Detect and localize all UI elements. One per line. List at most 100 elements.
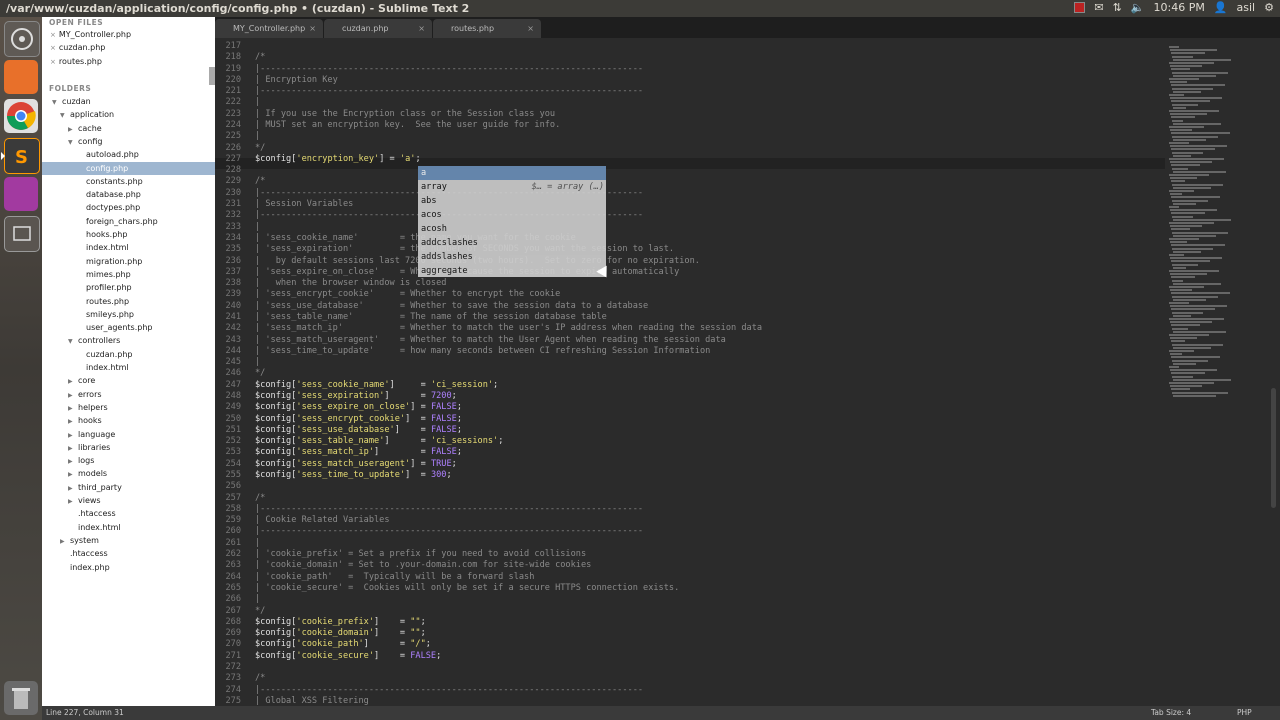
tree-file-item[interactable]: .htaccess bbox=[42, 507, 215, 520]
tree-folder-item[interactable]: ▶ system bbox=[42, 534, 215, 547]
autocomplete-item[interactable]: aggregate bbox=[418, 264, 606, 278]
tree-file-item[interactable]: smileys.php bbox=[42, 308, 215, 321]
chrome-icon[interactable] bbox=[4, 99, 38, 133]
collapsed-arrow-icon[interactable]: ▶ bbox=[60, 535, 66, 548]
collapsed-arrow-icon[interactable]: ▶ bbox=[68, 455, 74, 468]
collapsed-arrow-icon[interactable]: ▶ bbox=[68, 442, 74, 455]
minimap-line bbox=[1173, 138, 1206, 141]
editor-scrollbar[interactable] bbox=[1267, 38, 1280, 706]
open-file-item[interactable]: × routes.php bbox=[42, 55, 215, 68]
tree-folder-item[interactable]: ▶ language bbox=[42, 428, 215, 441]
code-editor[interactable]: 217 218 /* 219 |----------------------------… bbox=[215, 38, 1267, 706]
syntax-mode[interactable]: PHP bbox=[1237, 706, 1252, 720]
trash-icon[interactable] bbox=[4, 681, 38, 715]
tab-cuzdan[interactable]: cuzdan.php × bbox=[324, 19, 432, 38]
user-icon[interactable]: 👤 bbox=[1214, 1, 1228, 14]
tab-close-icon[interactable]: × bbox=[527, 19, 534, 38]
tree-folder-item[interactable]: ▶ models bbox=[42, 467, 215, 480]
sublime-icon[interactable]: S bbox=[1, 138, 40, 174]
close-file-icon[interactable]: × bbox=[50, 58, 56, 66]
tree-file-item[interactable]: doctypes.php bbox=[42, 201, 215, 214]
autocomplete-item[interactable]: addcslashes bbox=[418, 236, 606, 250]
minimap-line bbox=[1173, 298, 1206, 301]
tab-close-icon[interactable]: × bbox=[309, 19, 316, 38]
collapsed-arrow-icon[interactable]: ▶ bbox=[68, 389, 74, 402]
line-number: 267 bbox=[225, 605, 241, 616]
autocomplete-item[interactable]: abs bbox=[418, 194, 606, 208]
tree-file-item[interactable]: migration.php bbox=[42, 255, 215, 268]
minimap[interactable] bbox=[1165, 38, 1267, 706]
autocomplete-item[interactable]: acos bbox=[418, 208, 606, 222]
tree-folder-item[interactable]: ▶ libraries bbox=[42, 441, 215, 454]
tab-routes[interactable]: routes.php × bbox=[433, 19, 541, 38]
collapsed-arrow-icon[interactable]: ▶ bbox=[68, 468, 74, 481]
video-editor-icon[interactable] bbox=[4, 177, 38, 211]
tree-file-item[interactable]: .htaccess bbox=[42, 547, 215, 560]
autocomplete-item[interactable]: addslashes bbox=[418, 250, 606, 264]
user-name[interactable]: asil bbox=[1237, 1, 1256, 14]
tab-my-controller[interactable]: MY_Controller.php × bbox=[215, 19, 323, 38]
tree-file-item[interactable]: index.html bbox=[42, 521, 215, 534]
tree-folder-item[interactable]: ▶ errors bbox=[42, 388, 215, 401]
workspace-icon[interactable] bbox=[4, 216, 40, 252]
tree-file-item[interactable]: routes.php bbox=[42, 295, 215, 308]
collapsed-arrow-icon[interactable]: ▶ bbox=[68, 415, 74, 428]
minimap-line bbox=[1170, 193, 1182, 196]
autocomplete-item[interactable]: array $… = array (…) bbox=[418, 180, 606, 194]
open-file-item[interactable]: × cuzdan.php bbox=[42, 41, 215, 54]
tree-file-item[interactable]: index.php bbox=[42, 561, 215, 574]
tree-file-item[interactable]: mimes.php bbox=[42, 268, 215, 281]
dash-icon[interactable] bbox=[4, 21, 40, 57]
scrollbar-thumb[interactable] bbox=[1271, 388, 1276, 508]
clock[interactable]: 10:46 PM bbox=[1154, 1, 1205, 14]
close-file-icon[interactable]: × bbox=[50, 44, 56, 52]
tree-item-label: profiler.php bbox=[86, 283, 132, 293]
tab-size[interactable]: Tab Size: 4 bbox=[1151, 706, 1191, 720]
collapsed-arrow-icon[interactable]: ▶ bbox=[68, 495, 74, 508]
autocomplete-item[interactable]: a bbox=[418, 166, 606, 180]
tree-file-item[interactable]: constants.php bbox=[42, 175, 215, 188]
tree-folder-item[interactable]: ▶ third_party bbox=[42, 481, 215, 494]
expanded-arrow-icon[interactable]: ▼ bbox=[52, 96, 58, 109]
tree-file-item[interactable]: user_agents.php bbox=[42, 321, 215, 334]
collapsed-arrow-icon[interactable]: ▶ bbox=[68, 482, 74, 495]
tree-file-item[interactable]: index.html bbox=[42, 361, 215, 374]
tree-file-item[interactable]: database.php bbox=[42, 188, 215, 201]
tree-folder-item[interactable]: ▶ helpers bbox=[42, 401, 215, 414]
close-file-icon[interactable]: × bbox=[50, 31, 56, 39]
tree-file-item[interactable]: autoload.php bbox=[42, 148, 215, 161]
record-icon[interactable] bbox=[1074, 2, 1086, 13]
tree-file-item[interactable]: foreign_chars.php bbox=[42, 215, 215, 228]
mail-icon[interactable]: ✉ bbox=[1094, 1, 1103, 14]
tree-folder-item[interactable]: ▼ config bbox=[42, 135, 215, 148]
tree-file-item[interactable]: index.html bbox=[42, 241, 215, 254]
collapsed-arrow-icon[interactable]: ▶ bbox=[68, 375, 74, 388]
open-file-item[interactable]: × MY_Controller.php bbox=[42, 28, 215, 41]
collapsed-arrow-icon[interactable]: ▶ bbox=[68, 123, 74, 136]
tree-file-item[interactable]: cuzdan.php bbox=[42, 348, 215, 361]
files-icon[interactable] bbox=[4, 60, 38, 94]
tree-folder-item[interactable]: ▶ core bbox=[42, 374, 215, 387]
volume-icon[interactable]: 🔈 bbox=[1131, 1, 1145, 14]
tree-folder-item[interactable]: ▶ logs bbox=[42, 454, 215, 467]
expanded-arrow-icon[interactable]: ▼ bbox=[68, 136, 74, 149]
tree-folder-item[interactable]: ▼ controllers bbox=[42, 334, 215, 347]
expanded-arrow-icon[interactable]: ▼ bbox=[68, 335, 74, 348]
autocomplete-item[interactable]: acosh bbox=[418, 222, 606, 236]
network-icon[interactable]: ⇅ bbox=[1113, 1, 1122, 14]
autocomplete-popup[interactable]: a array $… = array (…) abs acos acosh addcslas… bbox=[418, 166, 606, 277]
tree-folder-item[interactable]: ▶ views bbox=[42, 494, 215, 507]
tree-file-item[interactable]: profiler.php bbox=[42, 281, 215, 294]
collapsed-arrow-icon[interactable]: ▶ bbox=[68, 402, 74, 415]
tree-file-item[interactable]: hooks.php bbox=[42, 228, 215, 241]
code-line: /* bbox=[255, 52, 266, 63]
tree-folder-item[interactable]: ▶ cache bbox=[42, 122, 215, 135]
tree-folder-item[interactable]: ▼ application bbox=[42, 108, 215, 121]
tree-folder-item[interactable]: ▼ cuzdan bbox=[42, 95, 215, 108]
collapsed-arrow-icon[interactable]: ▶ bbox=[68, 429, 74, 442]
tree-file-item[interactable]: config.php bbox=[42, 161, 215, 175]
tab-close-icon[interactable]: × bbox=[418, 19, 425, 38]
settings-gear-icon[interactable]: ⚙ bbox=[1264, 1, 1274, 14]
expanded-arrow-icon[interactable]: ▼ bbox=[60, 109, 66, 122]
tree-folder-item[interactable]: ▶ hooks bbox=[42, 414, 215, 427]
